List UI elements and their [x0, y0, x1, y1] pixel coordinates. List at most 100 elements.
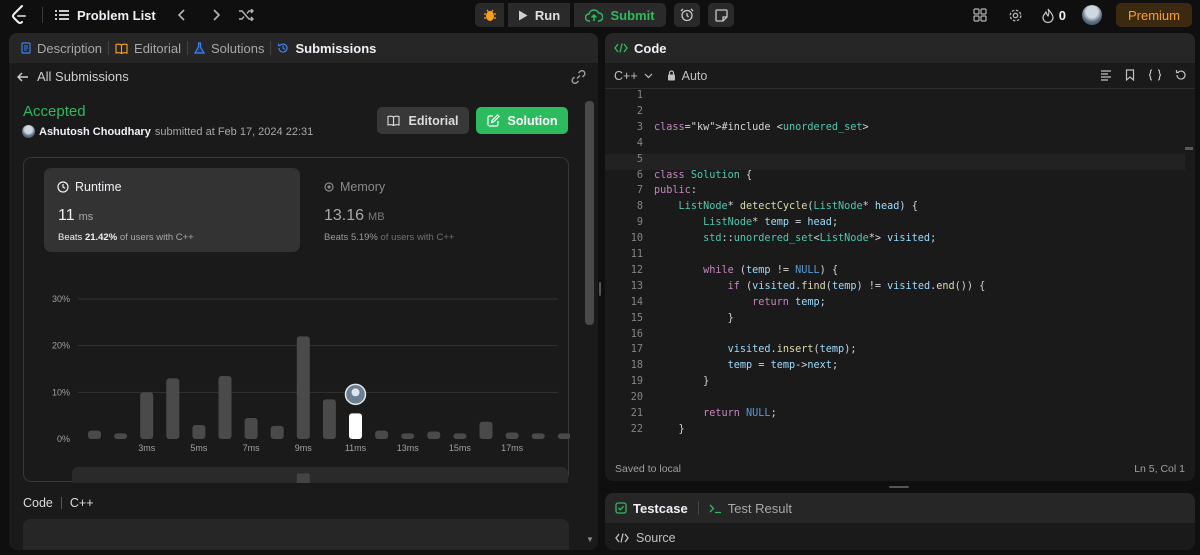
line-number: 14 — [630, 296, 643, 308]
chart-bar — [375, 430, 389, 439]
book-icon — [115, 43, 128, 54]
debug-button[interactable] — [475, 3, 504, 27]
code-line: 8 ListNode* detectCycle(ListNode* head) … — [605, 201, 1185, 217]
submit-button[interactable]: Submit — [574, 3, 666, 27]
chart-x-tick-label: 15ms — [449, 443, 472, 453]
code-line: 14 return temp; — [605, 297, 1185, 313]
leetcode-logo-icon[interactable] — [8, 4, 30, 26]
code-text: class Solution { — [654, 169, 753, 181]
chart-bar — [296, 336, 310, 439]
tab-test-result[interactable]: Test Result — [709, 501, 792, 516]
line-number: 1 — [636, 90, 643, 101]
user-avatar[interactable] — [1081, 5, 1102, 25]
layout-icon[interactable] — [970, 5, 990, 25]
username-link[interactable]: Ashutosh Choudhary — [39, 126, 151, 138]
line-number: 10 — [630, 233, 643, 245]
code-line: 21 return NULL; — [605, 408, 1185, 424]
run-button[interactable]: Run — [508, 3, 570, 27]
line-number: 11 — [630, 249, 643, 260]
code-line: 12 while (temp != NULL) { — [605, 265, 1185, 281]
code-line: 22 } — [605, 424, 1185, 440]
code-line: 7 public: — [605, 185, 1185, 201]
all-submissions-link[interactable]: All Submissions — [17, 69, 129, 84]
submit-label: Submit — [610, 7, 655, 23]
tab-description[interactable]: Description — [15, 41, 108, 56]
editorial-button[interactable]: Editorial — [377, 107, 469, 134]
chart-bar — [166, 378, 180, 439]
bookmark-icon[interactable] — [1125, 69, 1135, 81]
play-icon — [518, 10, 528, 21]
language-select[interactable]: C++ — [614, 69, 653, 83]
reset-icon[interactable] — [1175, 69, 1187, 81]
chart-range-selector — [72, 467, 568, 483]
chart-x-tick-label: 9ms — [295, 443, 313, 453]
tab-test-result-label: Test Result — [727, 500, 792, 516]
chart-bar — [244, 418, 258, 439]
fire-icon — [1042, 8, 1054, 23]
editorial-button-label: Editorial — [408, 113, 459, 128]
divider — [60, 497, 62, 509]
code-text: if (visited.find(temp) != visited.end())… — [727, 280, 986, 292]
shuffle-icon[interactable] — [236, 5, 256, 25]
notes-button[interactable] — [708, 3, 734, 27]
line-number: 21 — [630, 408, 643, 419]
chart-x-tick-label: 13ms — [397, 443, 420, 453]
tab-solutions[interactable]: Solutions — [188, 41, 270, 56]
bug-icon — [483, 8, 497, 22]
code-text: ListNode* detectCycle(ListNode* head) { — [678, 201, 918, 213]
cursor-position: Ln 5, Col 1 — [1134, 463, 1185, 475]
code-line: 15 } — [605, 313, 1185, 329]
code-line: 17 visited.insert(temp); — [605, 344, 1185, 360]
code-panel-title: Code — [634, 40, 667, 56]
submitted-time: submitted at Feb 17, 2024 22:31 — [154, 125, 314, 138]
horizontal-resize-handle[interactable] — [889, 486, 909, 488]
curly-braces-icon[interactable] — [1148, 69, 1162, 81]
vertical-resize-handle[interactable] — [599, 282, 601, 296]
settings-gear-icon[interactable] — [1006, 5, 1026, 25]
chevron-down-icon — [644, 73, 653, 79]
format-code-icon[interactable] — [1100, 69, 1112, 81]
tab-testcase-label: Testcase — [633, 500, 688, 516]
code-brackets-icon — [615, 533, 629, 543]
list-icon — [55, 9, 69, 21]
chart-bar — [114, 433, 128, 439]
source-toggle[interactable]: Source — [615, 531, 676, 545]
tab-testcase[interactable]: Testcase — [615, 501, 688, 516]
autocomplete-mode-label: Auto — [681, 68, 708, 83]
code-brackets-icon — [614, 43, 628, 53]
prev-problem-icon[interactable] — [172, 5, 192, 25]
code-editor[interactable]: 1 2 3 class="kw">#include <unordered_set> 4 5… — [605, 90, 1185, 445]
chart-y-tick-label: 20% — [52, 341, 70, 351]
user-avatar-small[interactable] — [22, 125, 35, 138]
code-line: 19 } — [605, 376, 1185, 392]
tab-editorial[interactable]: Editorial — [109, 41, 187, 56]
flask-icon — [194, 42, 205, 54]
code-lang: C++ — [69, 496, 94, 510]
chart-bar — [427, 431, 441, 439]
line-number: 20 — [630, 392, 643, 404]
timer-button[interactable] — [674, 3, 700, 27]
streak-counter[interactable]: 0 — [1042, 8, 1066, 23]
scroll-down-icon[interactable]: ▼ — [586, 535, 594, 544]
solution-button[interactable]: Solution — [476, 107, 568, 134]
premium-button[interactable]: Premium — [1115, 3, 1192, 27]
autocomplete-mode[interactable]: Auto — [667, 68, 708, 83]
problem-list-button[interactable]: Problem List — [55, 8, 156, 23]
code-line: 4 — [605, 138, 1185, 154]
next-problem-icon[interactable] — [206, 5, 226, 25]
line-number: 15 — [630, 312, 643, 324]
tab-submissions[interactable]: Submissions — [271, 41, 382, 56]
tab-submissions-label: Submissions — [295, 40, 377, 56]
testcase-tabs: Testcase Test Result — [605, 493, 1195, 523]
editor-scroll-indicator — [1185, 147, 1193, 150]
share-link-icon[interactable] — [571, 69, 586, 89]
terminal-icon — [709, 503, 722, 514]
line-number: 8 — [636, 201, 643, 213]
chart-bar — [218, 376, 232, 439]
runtime-distribution-chart[interactable]: 30%20%10%0%3ms5ms7ms9ms11ms13ms15ms17ms3… — [24, 158, 570, 483]
line-number: 6 — [636, 169, 643, 181]
chart-bar — [140, 392, 154, 439]
scrollbar-thumb[interactable] — [585, 101, 594, 325]
line-number: 2 — [636, 105, 643, 117]
history-icon — [277, 42, 289, 54]
